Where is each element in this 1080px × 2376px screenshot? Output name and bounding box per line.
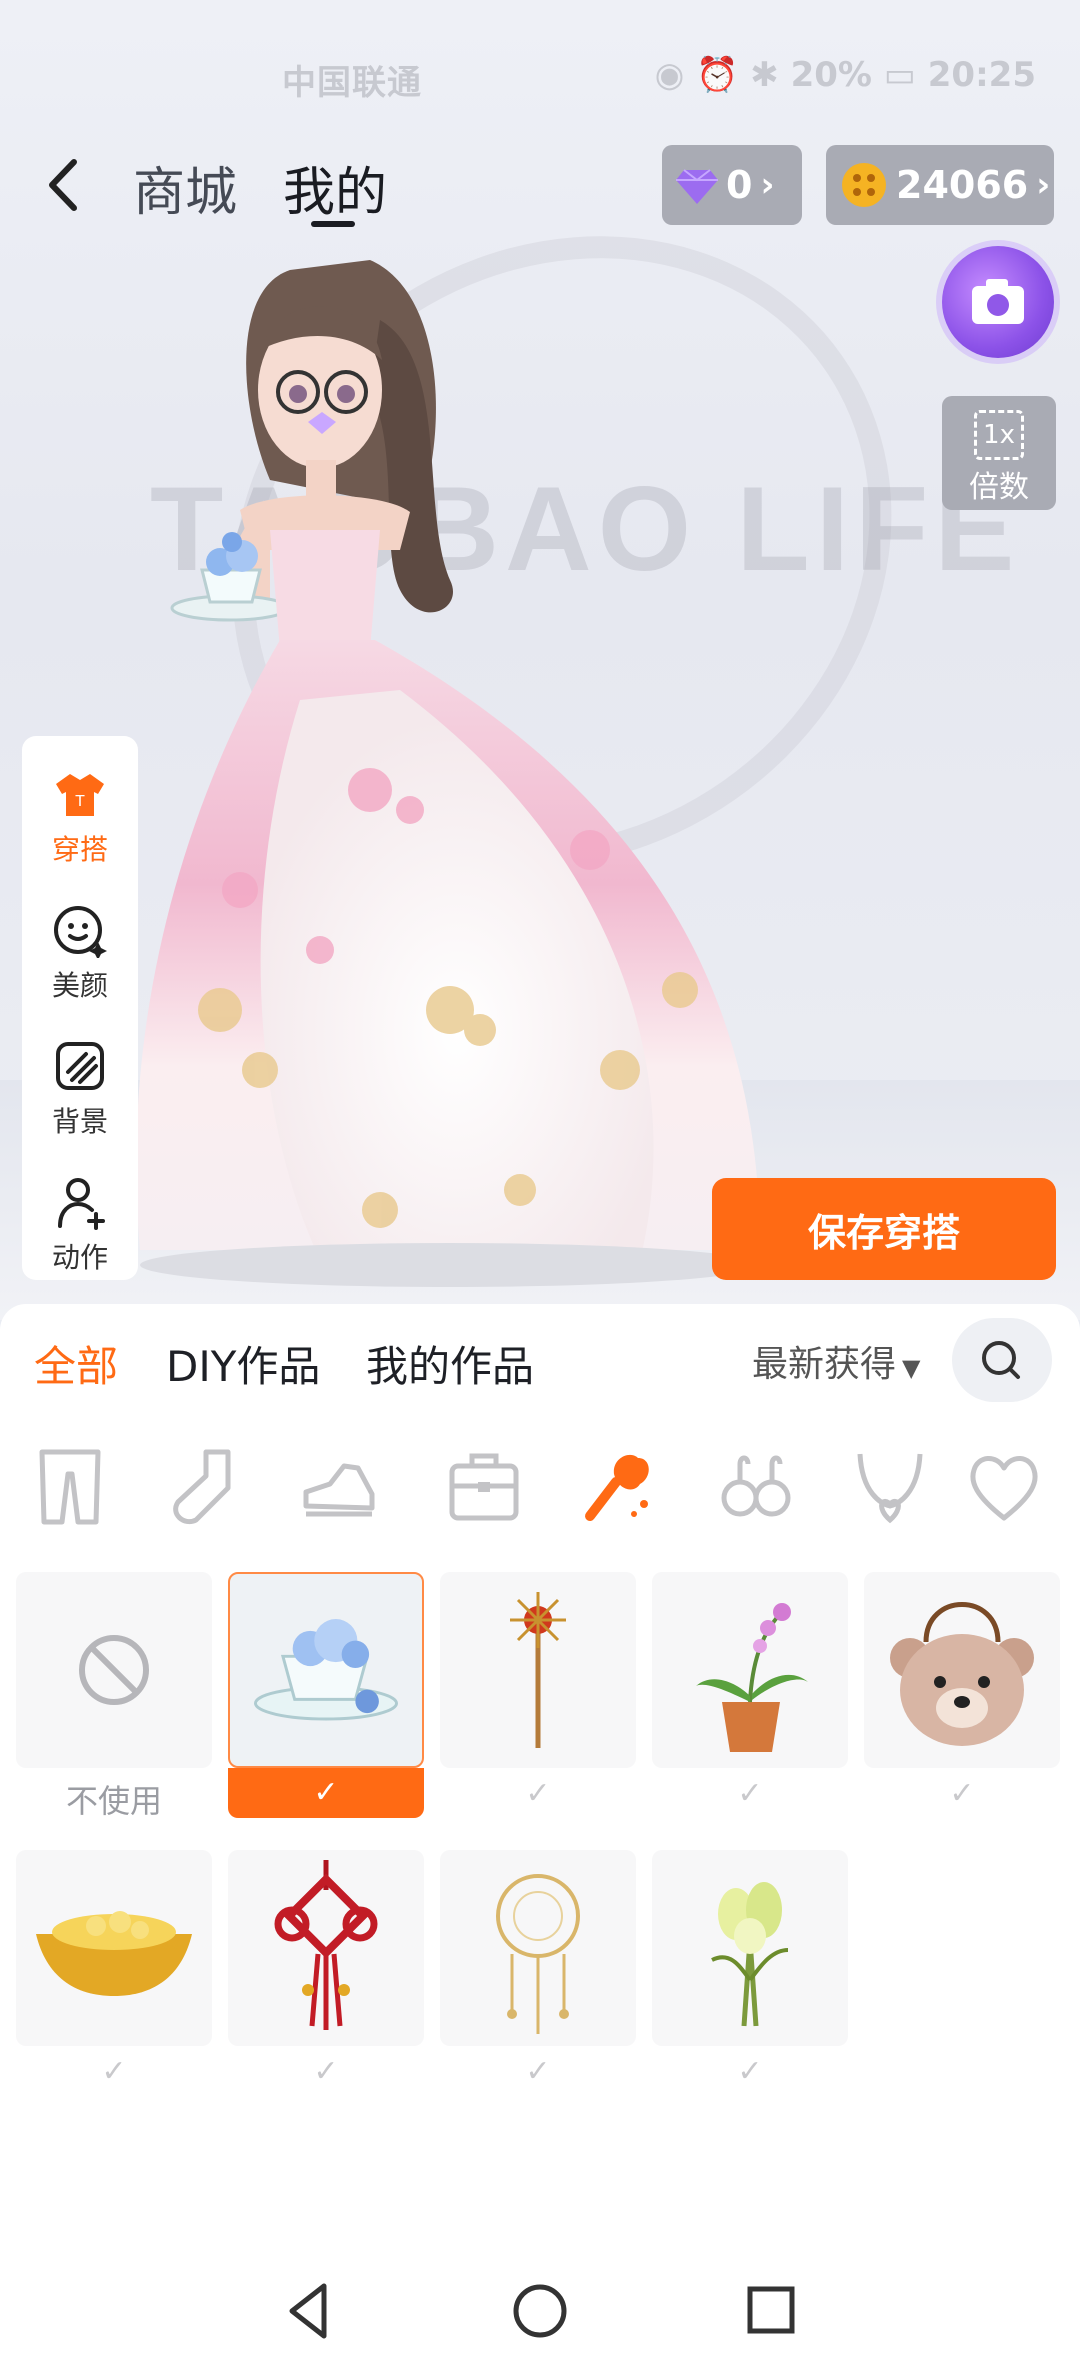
earring-icon [721, 1455, 791, 1517]
system-nav-bar [0, 2256, 1080, 2376]
chevron-right-icon: › [1036, 165, 1051, 205]
side-item-background[interactable]: 背景 [22, 1038, 138, 1140]
category-socks[interactable] [166, 1444, 242, 1528]
chevron-left-icon [49, 159, 77, 211]
item-teacup[interactable] [228, 1572, 424, 1768]
orchid-image [696, 1603, 808, 1752]
side-item-outfit[interactable]: T 穿搭 [22, 766, 138, 868]
filter-tab-all[interactable]: 全部 [34, 1333, 118, 1394]
side-item-label: 美颜 [51, 969, 108, 1002]
gem-balance-button[interactable]: 0 › [662, 145, 802, 225]
selected-check: ✓ [228, 1768, 424, 1818]
coin-icon [842, 163, 886, 207]
status-bar: 中国联通 ◉ ⏰ ✱ 20% ▭ 20:25 [0, 0, 1080, 150]
category-necklace[interactable] [852, 1444, 928, 1528]
unselected-check: ✓ [949, 1776, 975, 1811]
gem-icon [676, 169, 718, 204]
item-no-use[interactable] [16, 1572, 212, 1768]
scepter-image [510, 1592, 566, 1748]
coin-count: 24066 [896, 163, 1029, 207]
side-item-label: 穿搭 [51, 833, 108, 866]
item-scepter[interactable] [440, 1572, 636, 1768]
handheld-icon [585, 1454, 649, 1521]
active-tab-indicator [311, 221, 355, 227]
shoe-icon [303, 1463, 375, 1517]
nav-recents-icon[interactable] [740, 2276, 800, 2346]
sort-dropdown[interactable]: 最新获得 ▼ [752, 1335, 920, 1387]
item-bouquet[interactable] [652, 1850, 848, 2046]
necklace-icon [857, 1453, 923, 1524]
sock-icon [173, 1449, 231, 1524]
bag-icon [449, 1453, 519, 1521]
avatar-character[interactable] [120, 250, 800, 1300]
coin-balance-button[interactable]: 24066 › [826, 145, 1054, 225]
dreamcatcher-image [496, 1874, 580, 2034]
item-chinese-knot[interactable] [228, 1850, 424, 2046]
status-right: ◉ ⏰ ✱ 20% ▭ 20:25 [654, 55, 1036, 95]
item-bear-bag[interactable] [864, 1572, 1060, 1768]
side-item-beauty[interactable]: 美颜 [22, 902, 138, 1004]
zoom-icon: 1x [974, 410, 1024, 460]
category-earrings[interactable] [718, 1444, 794, 1528]
camera-icon [972, 279, 1024, 324]
chinese-knot-image [274, 1860, 378, 2030]
category-pants[interactable] [32, 1444, 108, 1528]
bouquet-image [711, 1882, 789, 2027]
side-panel: T 穿搭 美颜 背景 动作 [22, 736, 138, 1280]
teacup-image [254, 1619, 398, 1721]
tab-shop[interactable]: 商城 [133, 150, 237, 225]
search-button[interactable] [952, 1318, 1052, 1402]
category-favorites[interactable] [966, 1444, 1042, 1528]
filter-tab-my-works[interactable]: 我的作品 [366, 1333, 534, 1394]
side-item-label: 动作 [51, 1241, 108, 1274]
face-icon [54, 906, 107, 958]
category-handheld[interactable] [582, 1444, 658, 1528]
nav-home-icon[interactable] [508, 2276, 572, 2346]
heart-icon [970, 1456, 1038, 1521]
item-dreamcatcher[interactable] [440, 1850, 636, 2046]
search-icon [982, 1341, 1020, 1379]
background-icon [56, 1042, 104, 1090]
zoom-label: 倍数 [969, 470, 1029, 505]
carrier-label: 中国联通 [282, 63, 422, 103]
unselected-check: ✓ [737, 1776, 763, 1811]
category-shoes[interactable] [300, 1444, 376, 1528]
unselected-check: ✓ [101, 2054, 127, 2089]
unselected-check: ✓ [737, 2054, 763, 2089]
item-orchid[interactable] [652, 1572, 848, 1768]
unselected-check: ✓ [525, 2054, 551, 2089]
chevron-right-icon: › [760, 165, 775, 205]
unselected-check: ✓ [313, 2054, 339, 2089]
category-bags[interactable] [446, 1444, 522, 1528]
tab-mine[interactable]: 我的 [283, 150, 387, 225]
outfit-icon: T [56, 774, 104, 816]
gem-count: 0 [726, 163, 753, 207]
pants-icon [39, 1449, 101, 1525]
gold-ingot-image [36, 1911, 192, 1996]
action-icon [58, 1178, 105, 1230]
bear-bag-image [890, 1602, 1034, 1746]
svg-text:T: T [75, 793, 85, 810]
unselected-check: ✓ [525, 1776, 551, 1811]
camera-button[interactable] [942, 246, 1054, 358]
sort-label: 最新获得 [752, 1344, 897, 1385]
no-use-label: 不使用 [65, 1782, 162, 1820]
zoom-button[interactable]: 1x 倍数 [942, 396, 1056, 510]
item-gold-ingot[interactable] [16, 1850, 212, 2046]
caret-down-icon: ▼ [902, 1354, 921, 1382]
back-button[interactable] [34, 150, 94, 220]
filter-tab-diy[interactable]: DIY作品 [166, 1333, 320, 1394]
save-outfit-button[interactable]: 保存穿搭 [712, 1178, 1056, 1280]
prohibit-icon [79, 1635, 149, 1705]
side-item-action[interactable]: 动作 [22, 1174, 138, 1276]
nav-back-icon[interactable] [280, 2276, 340, 2346]
side-item-label: 背景 [51, 1105, 108, 1138]
